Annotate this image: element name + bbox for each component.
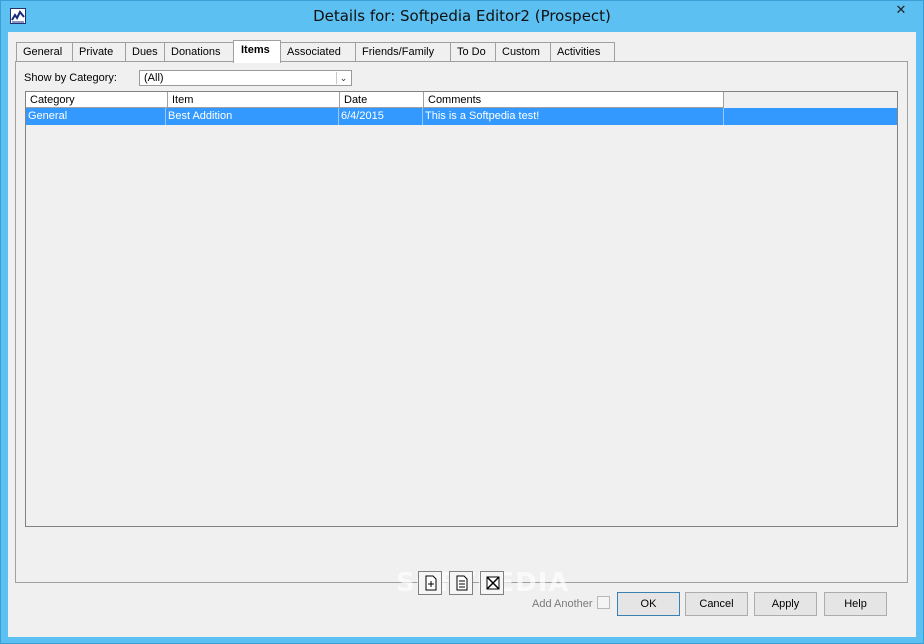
cell-item: Best Addition	[166, 108, 339, 125]
add-another-label: Add Another	[532, 598, 593, 610]
edit-item-button[interactable]	[449, 571, 473, 595]
tab-donations[interactable]: Donations	[164, 42, 234, 62]
cancel-button[interactable]: Cancel	[685, 592, 748, 616]
details-window: Details for: Softpedia Editor2 (Prospect…	[0, 0, 924, 644]
tab-associated[interactable]: Associated	[280, 42, 356, 62]
help-button[interactable]: Help	[824, 592, 887, 616]
close-icon[interactable]: ✕	[887, 1, 915, 20]
new-item-button[interactable]	[418, 571, 442, 595]
category-filter-label: Show by Category:	[24, 72, 117, 84]
edit-item-icon	[456, 575, 468, 591]
tab-custom[interactable]: Custom	[495, 42, 551, 62]
tab-friends-family[interactable]: Friends/Family	[355, 42, 451, 62]
cell-category: General	[26, 108, 166, 125]
table-header: Category Item Date Comments	[26, 92, 897, 108]
tab-dues[interactable]: Dues	[125, 42, 165, 62]
dialog-body: General Private Dues Donations Items Ass…	[8, 32, 916, 637]
cell-date: 6/4/2015	[339, 108, 423, 125]
apply-button[interactable]: Apply	[754, 592, 817, 616]
ok-button[interactable]: OK	[617, 592, 680, 616]
delete-item-button[interactable]	[480, 571, 504, 595]
add-another-checkbox[interactable]	[597, 596, 610, 609]
tab-general[interactable]: General	[16, 42, 73, 62]
tab-strip: General Private Dues Donations Items Ass…	[16, 40, 906, 63]
items-table[interactable]: Category Item Date Comments General Best…	[25, 91, 898, 527]
cell-comments: This is a Softpedia test!	[423, 108, 724, 125]
column-header-category[interactable]: Category	[26, 92, 168, 108]
title-bar[interactable]: Details for: Softpedia Editor2 (Prospect…	[1, 1, 923, 32]
column-header-date[interactable]: Date	[340, 92, 424, 108]
column-header-comments[interactable]: Comments	[424, 92, 724, 108]
delete-item-icon	[486, 576, 500, 590]
window-title: Details for: Softpedia Editor2 (Prospect…	[313, 7, 611, 25]
category-filter-dropdown[interactable]: (All) ⌄	[139, 70, 352, 86]
column-header-item[interactable]: Item	[168, 92, 340, 108]
category-filter-value: (All)	[144, 72, 164, 84]
tab-to-do[interactable]: To Do	[450, 42, 496, 62]
chevron-down-icon[interactable]: ⌄	[336, 72, 350, 84]
tab-activities[interactable]: Activities	[550, 42, 615, 62]
table-row[interactable]: General Best Addition 6/4/2015 This is a…	[26, 108, 897, 125]
items-tab-panel: Show by Category: (All) ⌄ Category Item …	[15, 61, 908, 598]
tab-items[interactable]: Items	[233, 40, 281, 63]
tab-private[interactable]: Private	[72, 42, 126, 62]
new-item-icon	[425, 575, 437, 591]
